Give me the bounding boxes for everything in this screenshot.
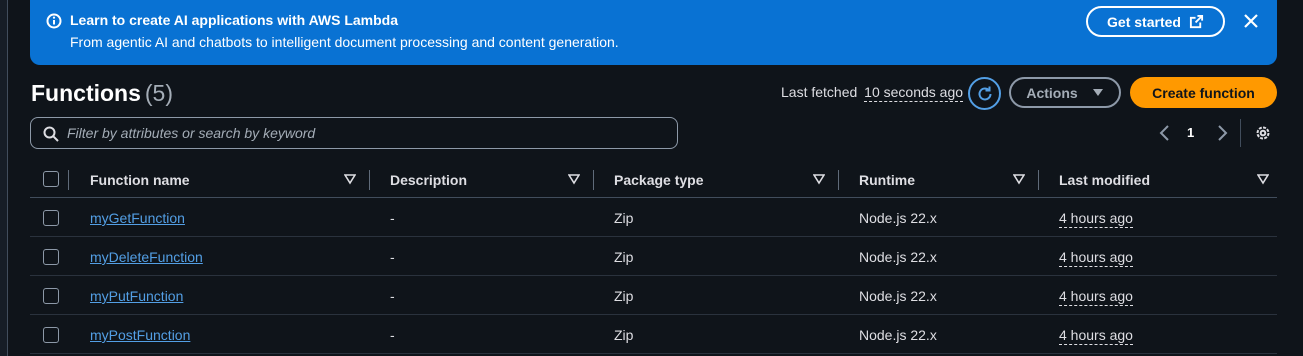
header-function-name[interactable]: Function name [90,172,190,188]
column-divider [838,170,839,190]
package-type-cell: Zip [614,249,634,265]
function-count: (5) [144,80,174,106]
function-name-link[interactable]: myPutFunction [90,288,183,304]
chevron-left-icon[interactable] [1157,124,1173,142]
page-title: Functions (5) [31,80,173,107]
left-panel-edge [0,0,8,356]
get-started-label: Get started [1107,13,1181,30]
filter-box [30,117,678,149]
banner-description: From agentic AI and chatbots to intellig… [70,34,619,50]
refresh-icon [978,86,991,100]
row-checkbox[interactable] [43,288,59,304]
sort-caret-icon[interactable] [1013,173,1025,185]
page-number-current[interactable]: 1 [1187,125,1194,140]
close-icon[interactable] [1242,12,1260,30]
description-cell: - [390,210,395,226]
runtime-cell: Node.js 22.x [859,249,937,265]
select-all-checkbox[interactable] [43,171,59,187]
table-row: myDeleteFunction - Zip Node.js 22.x 4 ho… [30,237,1277,276]
page-title-text: Functions [31,80,141,106]
banner-title: Learn to create AI applications with AWS… [70,12,399,28]
runtime-cell: Node.js 22.x [859,288,937,304]
refresh-button[interactable] [968,77,1001,110]
pagination-divider [1240,119,1241,147]
table-row: myPostFunction - Zip Node.js 22.x 4 hour… [30,315,1277,354]
last-modified-cell[interactable]: 4 hours ago [1059,288,1133,306]
last-fetched: Last fetched 10 seconds ago [781,84,964,102]
external-link-icon [1189,14,1204,29]
info-icon [46,13,62,29]
create-function-button[interactable]: Create function [1130,77,1277,108]
table-header: Function name Description Package type R… [30,160,1277,198]
column-divider [593,170,594,190]
chevron-right-icon[interactable] [1214,124,1230,142]
last-modified-cell[interactable]: 4 hours ago [1059,210,1133,228]
function-name-link[interactable]: myGetFunction [90,210,185,226]
column-divider [369,170,370,190]
description-cell: - [390,327,395,343]
function-name-link[interactable]: myDeleteFunction [90,249,203,265]
runtime-cell: Node.js 22.x [859,327,937,343]
last-fetched-value[interactable]: 10 seconds ago [864,84,964,102]
function-name-link[interactable]: myPostFunction [90,327,190,343]
promo-banner: Learn to create AI applications with AWS… [30,0,1277,65]
actions-label: Actions [1026,84,1078,101]
header-package-type[interactable]: Package type [614,172,704,188]
header-last-modified[interactable]: Last modified [1059,172,1150,188]
package-type-cell: Zip [614,210,634,226]
row-checkbox[interactable] [43,210,59,226]
caret-down-icon [1092,88,1103,96]
search-input[interactable] [67,118,667,148]
actions-dropdown[interactable]: Actions [1009,77,1121,108]
search-icon [43,126,59,142]
header-description[interactable]: Description [390,172,467,188]
description-cell: - [390,249,395,265]
sort-caret-icon[interactable] [568,173,580,185]
last-fetched-label: Last fetched [781,84,858,100]
package-type-cell: Zip [614,327,634,343]
sort-caret-icon[interactable] [1257,173,1269,185]
get-started-button[interactable]: Get started [1086,6,1225,37]
package-type-cell: Zip [614,288,634,304]
sort-caret-icon[interactable] [344,173,356,185]
last-modified-cell[interactable]: 4 hours ago [1059,249,1133,267]
row-checkbox[interactable] [43,327,59,343]
column-divider [1038,170,1039,190]
column-divider [68,170,69,190]
gear-icon[interactable] [1254,124,1272,142]
table-row: myGetFunction - Zip Node.js 22.x 4 hours… [30,198,1277,237]
header-runtime[interactable]: Runtime [859,172,915,188]
row-checkbox[interactable] [43,249,59,265]
sort-caret-icon[interactable] [813,173,825,185]
functions-table: Function name Description Package type R… [30,160,1277,354]
table-row: myPutFunction - Zip Node.js 22.x 4 hours… [30,276,1277,315]
description-cell: - [390,288,395,304]
runtime-cell: Node.js 22.x [859,210,937,226]
last-modified-cell[interactable]: 4 hours ago [1059,327,1133,345]
